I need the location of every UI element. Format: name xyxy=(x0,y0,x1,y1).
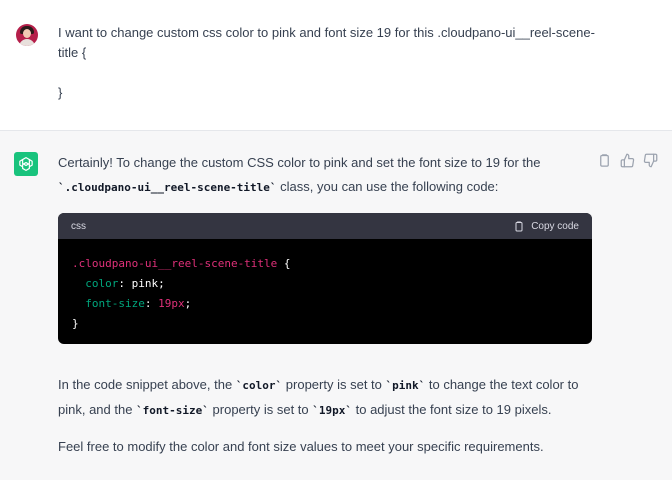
openai-logo-icon xyxy=(14,152,38,176)
explain-text-5: to adjust the font size to 19 pixels. xyxy=(352,402,552,417)
code-property-font-size: font-size xyxy=(85,297,145,310)
assistant-closing-paragraph: Feel free to modify the color and font s… xyxy=(58,439,544,454)
code-language-label: css xyxy=(71,220,86,232)
code-selector: .cloudpano-ui__reel-scene-title xyxy=(72,257,278,270)
intro-text-1: Certainly! To change the custom CSS colo… xyxy=(58,155,541,170)
explain-text-4: property is set to xyxy=(208,402,313,417)
assistant-intro-paragraph: Certainly! To change the custom CSS colo… xyxy=(58,151,598,200)
code-close-brace: } xyxy=(72,317,79,330)
explain-code-color: `color` xyxy=(235,379,283,392)
intro-text-2: class, you can use the following code: xyxy=(276,179,499,194)
explain-text-2: property is set to xyxy=(282,377,386,392)
explain-code-pink: `pink` xyxy=(385,379,426,392)
code-semicolon: ; xyxy=(184,297,192,310)
code-open-brace: { xyxy=(277,257,291,270)
avatar-face xyxy=(23,29,31,38)
explain-code-19px: `19px` xyxy=(312,404,352,417)
code-block-header: css Copy code xyxy=(58,213,592,239)
code-value-pink: pink xyxy=(131,277,159,290)
code-colon: : xyxy=(144,297,159,310)
code-content[interactable]: .cloudpano-ui__reel-scene-title { color:… xyxy=(58,239,592,344)
thumbs-up-icon[interactable] xyxy=(620,153,635,168)
user-avatar xyxy=(16,24,38,46)
assistant-explanation-paragraph: In the code snippet above, the `color` p… xyxy=(58,373,598,423)
intro-inline-code: `.cloudpano-ui__reel-scene-title` xyxy=(58,181,277,194)
code-value-19px: 19px xyxy=(158,297,185,310)
thumbs-down-icon[interactable] xyxy=(643,153,658,168)
user-message-text: I want to change custom css color to pin… xyxy=(58,25,595,100)
avatar-body xyxy=(19,39,35,46)
message-actions xyxy=(597,153,658,168)
user-message-row: I want to change custom css color to pin… xyxy=(0,0,672,131)
code-colon: : xyxy=(118,277,132,290)
explain-code-font-size: `font-size` xyxy=(136,404,209,417)
clipboard-icon[interactable] xyxy=(597,153,612,168)
code-semicolon: ; xyxy=(158,277,165,290)
copy-code-label: Copy code xyxy=(531,220,579,232)
clipboard-icon xyxy=(515,221,523,231)
code-property-color: color xyxy=(85,277,119,290)
code-block: css Copy code .cloudpano-ui__reel-scene-… xyxy=(58,213,592,344)
explain-text-1: In the code snippet above, the xyxy=(58,377,236,392)
copy-code-button[interactable]: Copy code xyxy=(513,220,579,233)
